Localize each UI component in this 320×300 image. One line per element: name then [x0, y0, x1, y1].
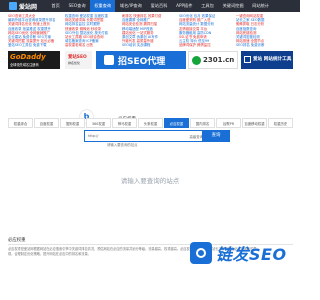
ad-link[interactable]: 爱站SEO工具包 免费下载	[8, 43, 68, 47]
search-button[interactable]: 查询	[202, 130, 230, 142]
top-navigation-bar: 爱站网 首页 SEO查询 权重查询 域名/IP查询 爱站百科 APP插件 工具包…	[0, 0, 300, 12]
ad-link-column: SEO优化 包月 效果保证 百度爱采购 推广入驻 网站流量统计 数据分析 友情链…	[179, 14, 239, 48]
banner-title: 爱站SEO	[68, 55, 87, 60]
banner-seo-agent[interactable]: 招SEO代理	[96, 51, 186, 69]
weight-tabs: 权重综合 百度权重 搜狗权重 360权重 神马权重 头条权重 必应权重 国内排名…	[8, 118, 293, 128]
banner-seo[interactable]: 爱站SEO 排名优化	[65, 51, 92, 69]
tab-sogou[interactable]: 搜狗权重	[60, 118, 85, 128]
search-prefix[interactable]: http://	[88, 134, 98, 138]
search-input[interactable]	[85, 140, 195, 150]
nav-item-app[interactable]: APP插件	[172, 0, 197, 12]
ad-link[interactable]: SEO培训 实战课程	[122, 43, 182, 47]
banner-title: 2301.cn	[203, 56, 235, 64]
tab-baidu[interactable]: 百度权重	[34, 118, 59, 128]
ad-link-column: 权重查询 爱站权重 百度权重 网站关键词库 长尾词挖掘 网站排名监控 实时跟踪 …	[65, 14, 125, 48]
tab-overall[interactable]: 权重综合	[8, 118, 33, 128]
ad-link-column: SEO查询工具大全 最新外链平台查询收录提升排名 关键词排名优化 快速上首页 百…	[8, 14, 68, 48]
nav-item-keywords[interactable]: 关键词挖掘	[218, 0, 248, 12]
nav-item-home[interactable]: 首页	[47, 0, 64, 12]
tab-shenma[interactable]: 神马权重	[112, 118, 137, 128]
logo-text: 爱站网	[19, 3, 38, 11]
watermark: 链发SEO	[190, 240, 287, 266]
tab-google-pr[interactable]: 谷歌PR	[216, 118, 241, 128]
logo-icon	[9, 2, 17, 10]
search-hero: b 必应权重 http:// 高级查询 查询	[0, 76, 300, 236]
ad-link[interactable]: SEO排名 免费诊断	[236, 43, 296, 47]
banner-subtitle: 全球领先域名注册商	[10, 63, 39, 67]
chart-icon	[244, 56, 251, 63]
banner-subtitle: 排名优化	[68, 61, 81, 65]
banner-title: 爱站 网站统计工具	[253, 57, 292, 62]
result-placeholder: 请输入要查询的站点	[120, 177, 180, 185]
content-title: 必应权重	[8, 238, 26, 243]
site-logo[interactable]: 爱站网	[9, 1, 37, 11]
nav-item-stats[interactable]: 网站统计	[248, 0, 274, 12]
ad-link-column: 刷排名 快速排名 效果付费 百度霸屏 全网推广 网站安全检测 漏洞扫描 移动端适…	[122, 14, 182, 48]
main-nav: 首页 SEO查询 权重查询 域名/IP查询 爱站百科 APP插件 工具包 关键词…	[47, 0, 273, 12]
banner-title: GoDaddy	[10, 53, 46, 61]
nav-item-seo[interactable]: SEO查询	[64, 0, 90, 12]
advanced-query-link[interactable]: 高级查询	[189, 134, 203, 139]
nav-item-weight[interactable]: 权重查询	[89, 0, 116, 12]
banner-title: 招SEO代理	[118, 57, 166, 67]
ad-link[interactable]: 品牌词保护 舆情监控	[179, 43, 239, 47]
banner-2301[interactable]: 2301.cn	[188, 51, 238, 69]
globe-icon	[192, 56, 201, 65]
banner-godaddy[interactable]: GoDaddy 全球领先域名注册商	[8, 51, 60, 69]
ad-link-column: 一键查询网站权重 站长之家 SEO数据 蜘蛛抓取 日志分析 百度指数查询 网站死…	[236, 14, 296, 48]
watermark-logo-icon	[190, 242, 212, 264]
nav-item-wiki[interactable]: 爱站百科	[146, 0, 172, 12]
tab-360[interactable]: 360权重	[86, 118, 111, 128]
tab-toutiao[interactable]: 头条权重	[138, 118, 163, 128]
tab-baidu-mobile[interactable]: 百度移动权重	[242, 118, 267, 128]
nav-item-domain[interactable]: 域名/IP查询	[115, 0, 146, 12]
banner-stats[interactable]: 爱站 网站统计工具	[241, 51, 293, 69]
ad-links: SEO查询工具大全 最新外链平台查询收录提升排名 关键词排名优化 快速上首页 百…	[8, 14, 293, 48]
tab-history[interactable]: 权重历史	[268, 118, 293, 128]
ad-link[interactable]: 高权重老域名 出售	[65, 43, 125, 47]
banner-ads: GoDaddy 全球领先域名注册商 爱站SEO 排名优化 招SEO代理 2301…	[8, 51, 293, 69]
tab-bing[interactable]: 必应权重	[164, 118, 189, 128]
tab-domestic-rank[interactable]: 国内排名	[190, 118, 215, 128]
megaphone-icon	[104, 55, 114, 65]
watermark-text: 链发SEO	[216, 245, 287, 264]
nav-item-tools[interactable]: 工具包	[197, 0, 218, 12]
